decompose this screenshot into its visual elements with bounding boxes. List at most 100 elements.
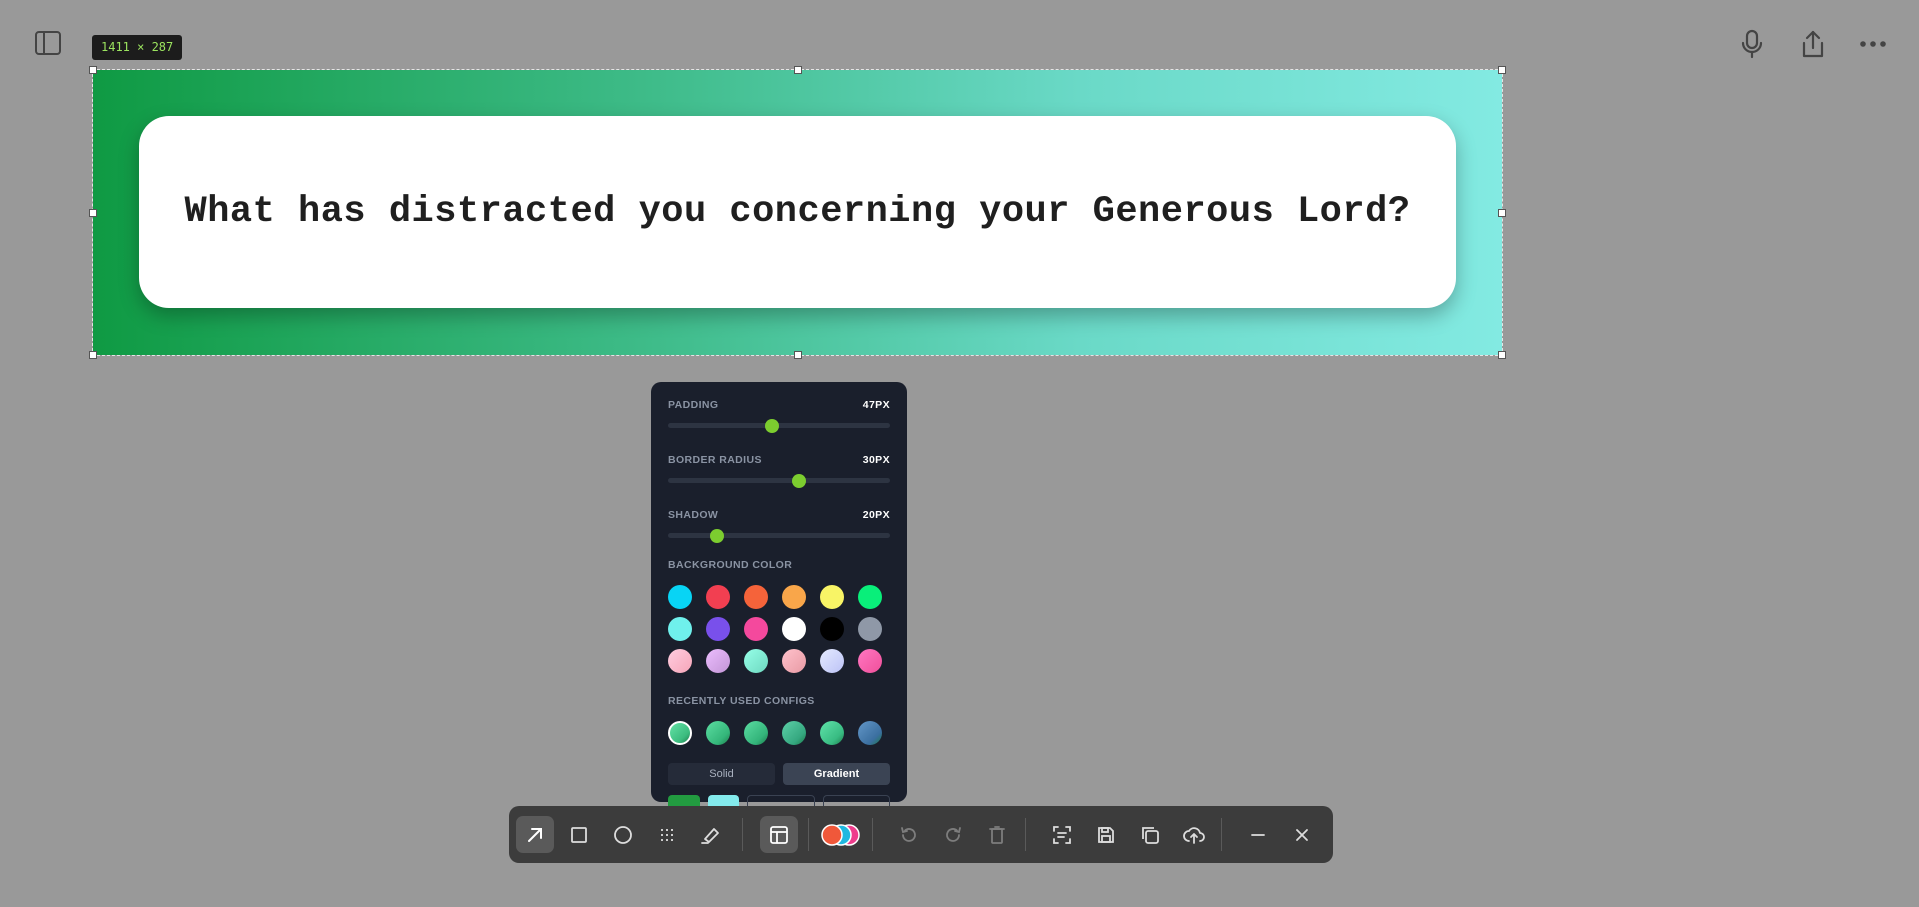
ocr-icon: [1053, 825, 1071, 844]
background-color-swatch[interactable]: [668, 585, 692, 609]
redo-icon: [946, 826, 961, 842]
color-picker-button[interactable]: [816, 816, 866, 853]
background-color-swatch[interactable]: [858, 649, 882, 673]
upload-button[interactable]: [1175, 816, 1213, 853]
microphone-button[interactable]: [1736, 26, 1768, 62]
padding-row: PADDING 47PX: [668, 398, 890, 412]
circle-tool-button[interactable]: [604, 816, 642, 853]
background-color-swatch[interactable]: [668, 649, 692, 673]
ocr-button[interactable]: [1043, 816, 1081, 853]
rectangle-icon: [571, 826, 587, 843]
dimension-badge: 1411 × 287: [92, 35, 183, 60]
background-color-swatch[interactable]: [820, 617, 844, 641]
border-radius-slider-thumb[interactable]: [791, 473, 806, 488]
background-color-swatch[interactable]: [744, 585, 768, 609]
background-color-swatch[interactable]: [858, 585, 882, 609]
background-color-swatch[interactable]: [820, 585, 844, 609]
background-color-swatch[interactable]: [744, 649, 768, 673]
background-color-swatch[interactable]: [706, 617, 730, 641]
background-color-swatches: [668, 585, 890, 673]
layout-tool-button[interactable]: [760, 816, 798, 853]
resize-handle-bottom[interactable]: [793, 351, 802, 359]
toolbar-divider: [808, 818, 809, 851]
toolbar-divider: [1221, 818, 1222, 851]
sidebar-toggle-button[interactable]: [32, 27, 64, 59]
fill-mode-toggle: Solid Gradient: [668, 763, 890, 785]
padding-slider-thumb[interactable]: [765, 418, 780, 433]
circle-icon: [614, 825, 632, 844]
more-button[interactable]: [1856, 28, 1890, 60]
sidebar-toggle-icon: [35, 31, 61, 55]
recent-config-swatch[interactable]: [668, 721, 692, 745]
background-color-swatch[interactable]: [668, 617, 692, 641]
recent-config-swatch[interactable]: [744, 721, 768, 745]
minimize-icon: [1251, 833, 1265, 836]
recent-config-swatch[interactable]: [820, 721, 844, 745]
microphone-icon: [1741, 29, 1763, 59]
selection-frame[interactable]: [89, 66, 1506, 359]
resize-handle-bottom-right[interactable]: [1498, 351, 1506, 359]
redo-button[interactable]: [934, 816, 972, 853]
shadow-row: SHADOW 20PX: [668, 508, 890, 522]
border-radius-slider[interactable]: [668, 473, 890, 488]
copy-button[interactable]: [1131, 816, 1169, 853]
color-palette-icon: [821, 823, 860, 846]
background-color-swatch[interactable]: [706, 585, 730, 609]
shadow-slider-thumb[interactable]: [709, 528, 724, 543]
recent-config-swatch[interactable]: [858, 721, 882, 745]
background-color-label: BACKGROUND COLOR: [668, 559, 793, 571]
resize-handle-top-left[interactable]: [89, 66, 97, 74]
background-color-swatch[interactable]: [782, 649, 806, 673]
rectangle-tool-button[interactable]: [560, 816, 598, 853]
layout-icon: [770, 825, 788, 844]
resize-handle-bottom-left[interactable]: [89, 351, 97, 359]
minimize-button[interactable]: [1239, 816, 1277, 853]
toolbar-divider: [1025, 818, 1026, 851]
annotation-toolbar: [509, 806, 1333, 863]
shadow-value: 20PX: [862, 509, 890, 521]
highlighter-tool-button[interactable]: [692, 816, 730, 853]
background-color-swatch[interactable]: [858, 617, 882, 641]
recent-config-swatch[interactable]: [706, 721, 730, 745]
background-color-swatch[interactable]: [782, 585, 806, 609]
pixelate-tool-button[interactable]: [648, 816, 686, 853]
solid-tab[interactable]: Solid: [668, 763, 775, 785]
pixelate-icon: [661, 828, 673, 841]
style-settings-panel: PADDING 47PX BORDER RADIUS 30PX SHADOW 2…: [651, 382, 907, 827]
toolbar-divider: [742, 818, 743, 851]
undo-icon: [901, 826, 916, 842]
padding-value: 47PX: [862, 399, 890, 411]
share-button[interactable]: [1796, 26, 1830, 62]
close-icon: [1296, 828, 1308, 841]
background-color-swatch[interactable]: [706, 649, 730, 673]
shadow-slider[interactable]: [668, 528, 890, 543]
gradient-tab[interactable]: Gradient: [783, 763, 890, 785]
padding-label: PADDING: [668, 399, 719, 411]
undo-button[interactable]: [890, 816, 928, 853]
toolbar-divider: [872, 818, 873, 851]
delete-button[interactable]: [978, 816, 1016, 853]
close-button[interactable]: [1283, 816, 1321, 853]
recent-configs-swatches: [668, 721, 890, 745]
shadow-label: SHADOW: [668, 509, 719, 521]
border-radius-label: BORDER RADIUS: [668, 454, 762, 466]
resize-handle-top[interactable]: [793, 66, 802, 74]
recent-configs-label: RECENTLY USED CONFIGS: [668, 695, 815, 707]
resize-handle-left[interactable]: [89, 208, 97, 217]
resize-handle-right[interactable]: [1498, 208, 1506, 217]
background-color-swatch[interactable]: [744, 617, 768, 641]
more-icon: [1860, 41, 1886, 47]
background-color-swatch[interactable]: [782, 617, 806, 641]
copy-icon: [1142, 826, 1159, 844]
padding-slider[interactable]: [668, 418, 890, 433]
resize-handle-top-right[interactable]: [1498, 66, 1506, 74]
recent-config-swatch[interactable]: [782, 721, 806, 745]
arrow-tool-button[interactable]: [516, 816, 554, 853]
border-radius-row: BORDER RADIUS 30PX: [668, 453, 890, 467]
background-color-swatch[interactable]: [820, 649, 844, 673]
trash-icon: [989, 825, 1005, 844]
share-icon: [1802, 30, 1824, 58]
save-button[interactable]: [1087, 816, 1125, 853]
arrow-icon: [528, 827, 542, 842]
upload-icon: [1183, 826, 1205, 844]
